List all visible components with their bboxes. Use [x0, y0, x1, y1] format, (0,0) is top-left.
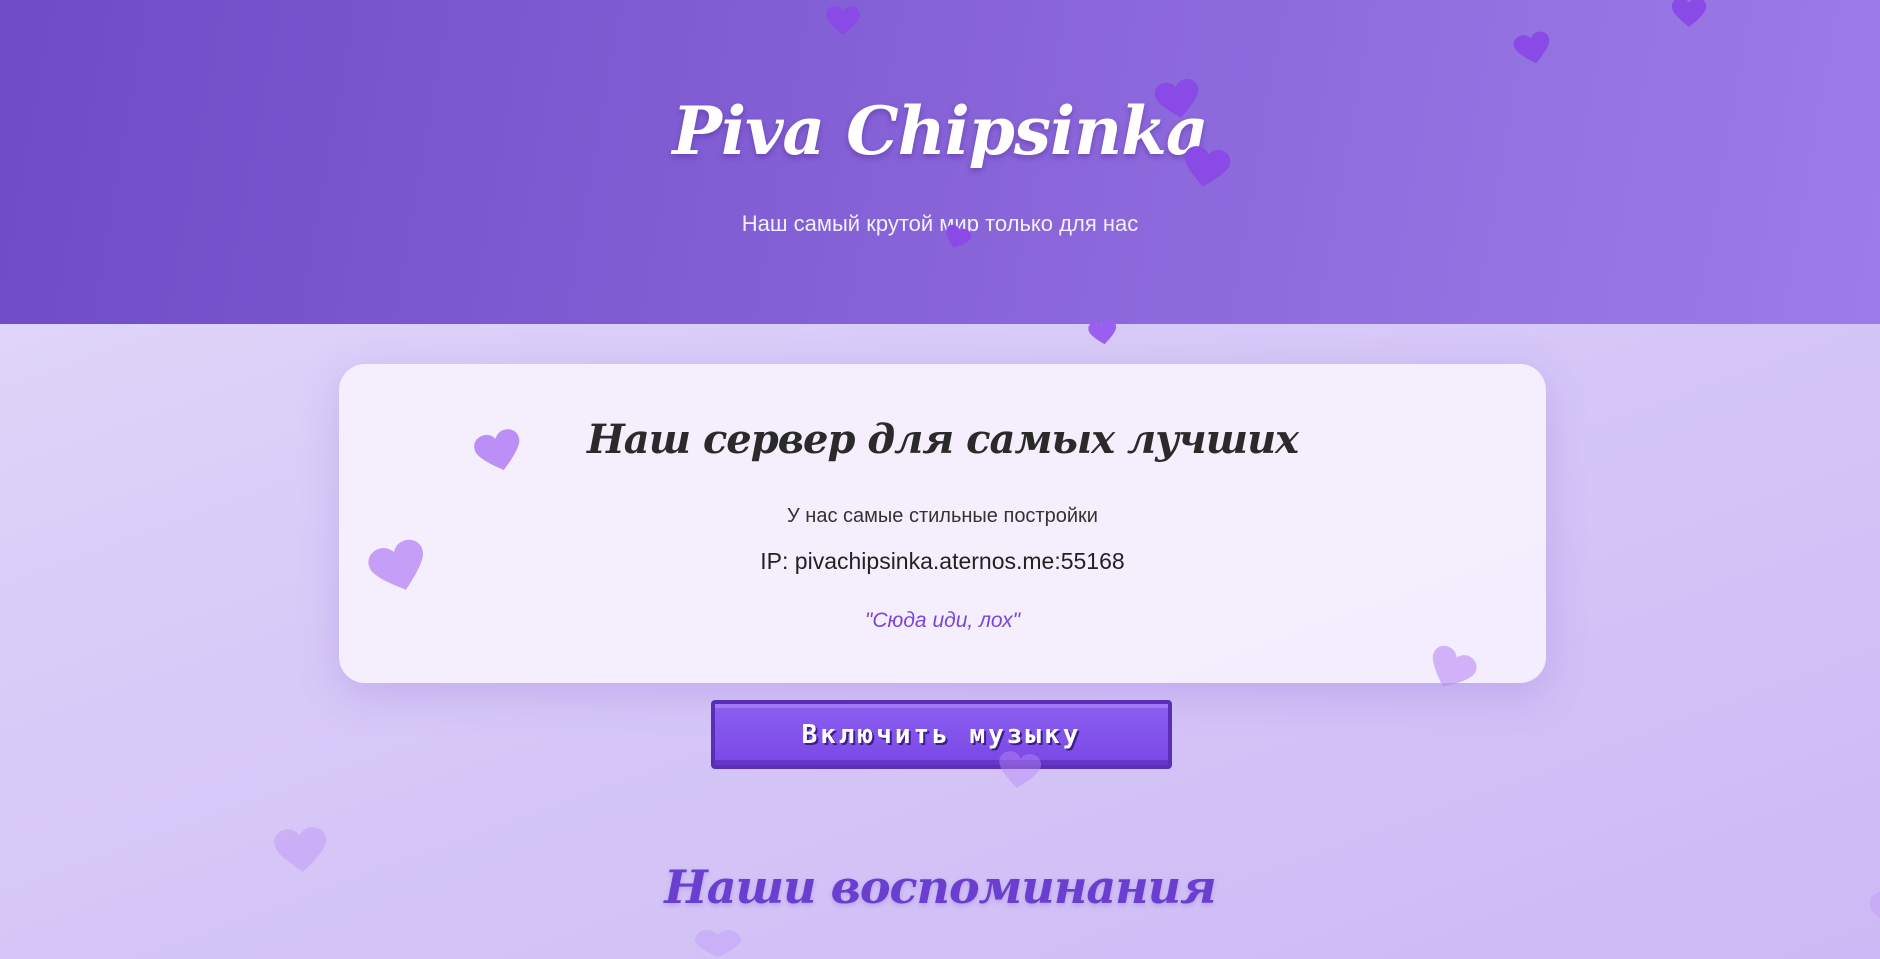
music-toggle-button[interactable]: Включить музыку [711, 700, 1172, 769]
site-title: Piva Chipsinka [672, 92, 1208, 170]
heart-icon [1184, 146, 1231, 187]
server-card: Наш сервер для самых лучших У нас самые … [339, 364, 1546, 683]
heart-icon [1154, 79, 1199, 118]
heart-icon [1088, 319, 1117, 345]
heart-icon [1671, 0, 1707, 27]
heart-icon [695, 930, 741, 958]
heart-icon [1869, 892, 1880, 918]
heart-icon [999, 751, 1041, 788]
heart-icon [826, 6, 860, 35]
site-subtitle: Наш самый крутой мир только для нас [741, 211, 1139, 236]
server-card-description: У нас самые стильные постройки [787, 505, 1098, 527]
server-ip[interactable]: IP: pivachipsinka.aternos.me:55168 [339, 548, 1546, 575]
header-banner: Piva Chipsinka Наш самый крутой мир толь… [0, 0, 1880, 324]
heart-icon [274, 827, 327, 873]
server-quote: "Сюда иди, лох" [864, 609, 1021, 632]
